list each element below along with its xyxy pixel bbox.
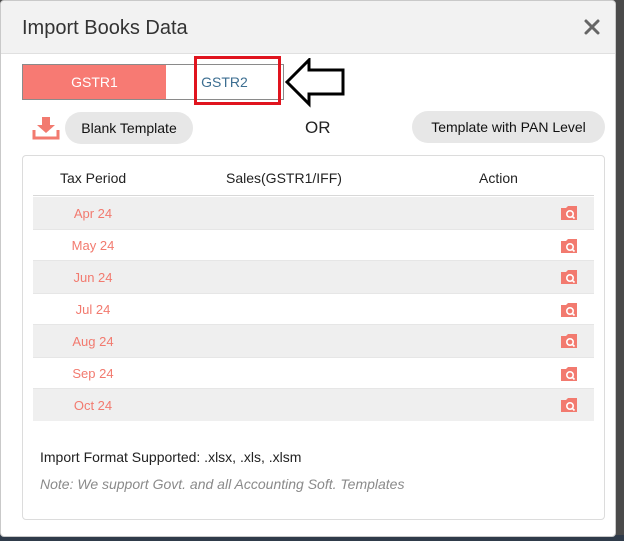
- download-icon[interactable]: [32, 116, 60, 140]
- import-books-modal: Import Books Data GSTR1 GSTR2 Blank Temp…: [0, 0, 616, 537]
- upload-search-icon[interactable]: [560, 366, 578, 382]
- upload-search-icon[interactable]: [560, 333, 578, 349]
- row-tax-period: Oct 24: [73, 397, 113, 413]
- row-tax-period: Apr 24: [73, 205, 113, 221]
- or-separator: OR: [305, 118, 331, 137]
- table-row: Apr 24: [33, 197, 594, 229]
- upload-search-icon[interactable]: [560, 269, 578, 285]
- table-body: Apr 24 May 24 Jun 24 Jul 24 Aug 24 Sep 2…: [33, 197, 594, 421]
- table-row: May 24: [33, 229, 594, 261]
- blank-template-button[interactable]: Blank Template: [65, 112, 193, 144]
- modal-title: Import Books Data: [22, 17, 188, 39]
- annotation-arrow-icon: [285, 58, 345, 108]
- modal-header: Import Books Data: [1, 1, 615, 54]
- upload-search-icon[interactable]: [560, 302, 578, 318]
- tab-gstr1[interactable]: GSTR1: [23, 65, 167, 99]
- row-tax-period: Sep 24: [72, 365, 114, 381]
- table-row: Jun 24: [33, 261, 594, 293]
- table-row: Oct 24: [33, 389, 594, 421]
- row-tax-period: May 24: [71, 237, 115, 253]
- import-format-text: Import Format Supported: .xlsx, .xls, .x…: [40, 449, 302, 465]
- column-header-sales: Sales(GSTR1/IFF): [226, 170, 342, 186]
- close-button[interactable]: [581, 16, 603, 38]
- row-tax-period: Aug 24: [72, 333, 114, 349]
- upload-search-icon[interactable]: [560, 238, 578, 254]
- upload-search-icon[interactable]: [560, 397, 578, 413]
- table-row: Jul 24: [33, 293, 594, 325]
- column-header-tax-period: Tax Period: [60, 170, 127, 186]
- table-row: Aug 24: [33, 325, 594, 357]
- close-icon: [584, 19, 600, 35]
- upload-search-icon[interactable]: [560, 205, 578, 221]
- table-row: Sep 24: [33, 357, 594, 389]
- row-tax-period: Jul 24: [75, 301, 111, 317]
- annotation-highlight-box: [194, 56, 281, 105]
- tax-period-table: Tax Period Sales(GSTR1/IFF) Action Apr 2…: [22, 155, 605, 520]
- import-note-text: Note: We support Govt. and all Accountin…: [40, 476, 405, 492]
- row-tax-period: Jun 24: [73, 269, 113, 285]
- column-header-action: Action: [479, 170, 518, 186]
- header-divider: [33, 195, 594, 196]
- pan-template-button[interactable]: Template with PAN Level: [412, 111, 605, 143]
